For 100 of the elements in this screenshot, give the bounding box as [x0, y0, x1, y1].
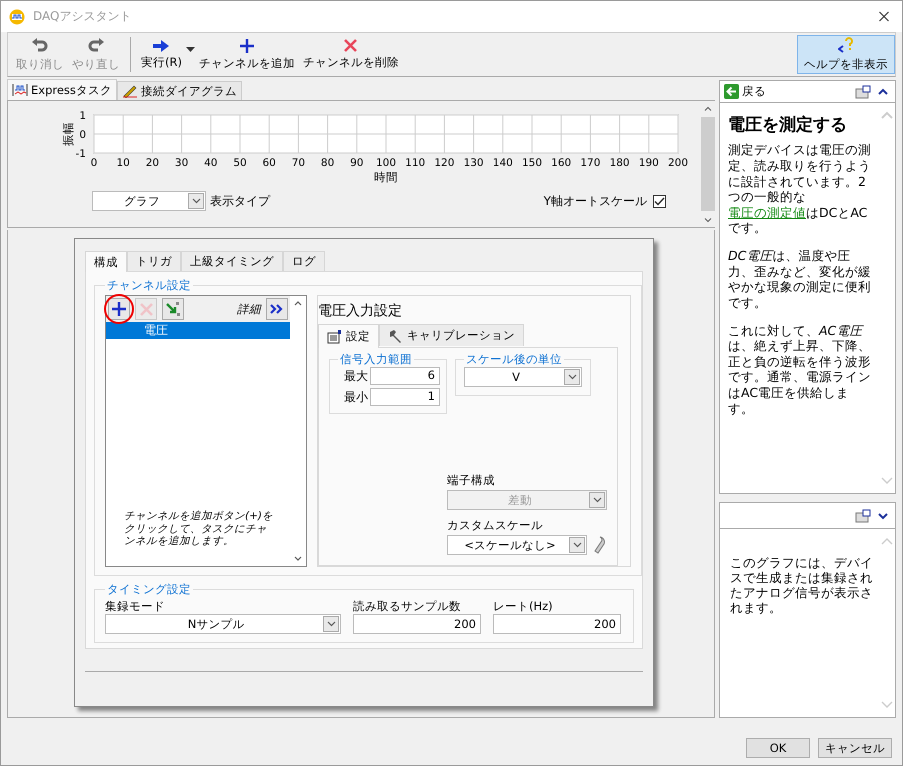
- help-icon: [838, 37, 854, 55]
- expand-button[interactable]: [266, 298, 288, 320]
- tick-label: 170: [580, 157, 600, 169]
- autoscale-checkbox[interactable]: [653, 194, 666, 208]
- tick-label: 40: [204, 157, 218, 169]
- tick-label: 90: [350, 157, 364, 169]
- chevron-down-icon[interactable]: [569, 537, 585, 553]
- config-tab[interactable]: ログ: [283, 251, 325, 271]
- double-chevron-icon: [270, 304, 284, 314]
- scroll-down-icon[interactable]: [704, 218, 712, 222]
- config-tab[interactable]: 構成: [85, 251, 127, 272]
- field-label: 読み取るサンプル数: [353, 599, 462, 614]
- settings-tab[interactable]: キャリブレーション: [379, 324, 524, 346]
- tick-label: 150: [522, 157, 542, 169]
- chevron-down-icon[interactable]: [323, 616, 339, 632]
- number-field[interactable]: 200: [353, 614, 481, 634]
- config-tab[interactable]: トリガ: [127, 251, 181, 271]
- chevron-down-icon[interactable]: [188, 193, 204, 209]
- tick-label: 100: [376, 157, 396, 169]
- help-paragraph: DC電圧は、温度や圧力、歪みなど、変化が緩やかな現象の測定に便利です。: [728, 248, 872, 310]
- window-icon[interactable]: [855, 508, 871, 522]
- tick-label: 130: [464, 157, 484, 169]
- window-icon[interactable]: [855, 84, 871, 98]
- app-logo-icon: [9, 8, 25, 24]
- window-title: DAQアシスタント: [33, 8, 132, 25]
- scrollbar[interactable]: [700, 101, 716, 227]
- help-link[interactable]: 電圧の測定値: [728, 204, 806, 220]
- delete-icon: [344, 39, 358, 52]
- dialog-button[interactable]: キャンセル: [818, 738, 892, 758]
- tick-label: 20: [146, 157, 160, 169]
- redo-icon: [87, 38, 105, 54]
- scroll-up-icon[interactable]: [704, 106, 712, 110]
- back-button[interactable]: 戻る: [724, 84, 766, 99]
- tick-label: 30: [174, 157, 188, 169]
- tick-label: 190: [638, 157, 659, 169]
- caret-down-icon[interactable]: [186, 47, 195, 52]
- tick-label: 1: [79, 110, 86, 122]
- import-icon: [165, 301, 181, 317]
- tick-label: 0: [90, 157, 98, 169]
- tick-label: 140: [492, 157, 513, 169]
- back-arrow-icon: [724, 84, 739, 99]
- tick-label: 10: [116, 157, 130, 169]
- tick-label: 200: [668, 157, 688, 169]
- toolbar-button[interactable]: 実行(R): [137, 35, 186, 74]
- axis-title: 時間: [374, 170, 398, 184]
- arrow-right-icon: [153, 40, 170, 52]
- tick-label: 110: [405, 157, 426, 169]
- field-label: 最小: [344, 388, 368, 406]
- display-type-label: 表示タイプ: [210, 192, 270, 210]
- dialog-button[interactable]: OK: [746, 738, 810, 758]
- toolbar-button[interactable]: チャンネルを追加: [194, 35, 299, 74]
- plus-icon: [112, 302, 126, 316]
- config-tab[interactable]: 上級タイミング: [181, 251, 283, 271]
- hint-text: チャンネルを追加ボタン(+)をクリックして、タスクにチャンネルを追加します。: [123, 510, 274, 550]
- tick-label: 60: [262, 157, 276, 169]
- number-field[interactable]: 1: [370, 388, 440, 406]
- plus-icon: [240, 38, 254, 52]
- group-title: スケール後の単位: [465, 352, 563, 367]
- help-title: 電圧を測定する: [728, 115, 848, 136]
- undo-icon: [31, 38, 49, 54]
- help-paragraph: 測定デバイスは電圧の測定、読み取りを行うように設計されています。2つの一般的な 電圧の測定値はDCとACです。: [728, 142, 872, 236]
- tick-label: 120: [434, 157, 454, 169]
- tick-label: -1: [76, 148, 86, 160]
- number-field[interactable]: 6: [370, 367, 440, 385]
- axis-title: 振幅: [61, 122, 75, 146]
- tick-label: 180: [610, 157, 630, 169]
- tick-label: 50: [233, 157, 247, 169]
- acquisition-mode-dropdown[interactable]: Nサンプル: [105, 614, 341, 634]
- autoscale-label: Y軸オートスケール: [544, 192, 647, 210]
- group-title: タイミング設定: [106, 582, 192, 597]
- tick-label: 70: [292, 157, 306, 169]
- chevron-down-icon[interactable]: [564, 369, 580, 385]
- tick-label: 0: [79, 129, 86, 141]
- view-tab[interactable]: 接続ダイアグラム: [116, 81, 242, 100]
- waveform-icon: [12, 83, 28, 97]
- units-dropdown[interactable]: V: [464, 367, 582, 387]
- tick-label: 80: [320, 157, 334, 169]
- context-help-text: このグラフには、デバイスで生成または集録されたアナログ信号が表示されます。: [729, 554, 874, 617]
- toolbar-button[interactable]: チャンネルを削除: [298, 35, 403, 74]
- field-label: カスタムスケール: [447, 518, 544, 533]
- wrench-icon: [388, 328, 403, 342]
- tick-label: 160: [551, 157, 572, 169]
- custom-scale-dropdown[interactable]: <スケールなし>: [447, 535, 587, 555]
- form-icon: [327, 330, 342, 344]
- view-tab[interactable]: Expressタスク: [7, 79, 117, 100]
- group-title: チャンネル設定: [106, 278, 192, 293]
- display-type-dropdown[interactable]: グラフ: [92, 191, 206, 211]
- group-title: 信号入力範囲: [339, 352, 413, 367]
- settings-tab[interactable]: 設定: [318, 324, 379, 348]
- hide-help-button[interactable]: ヘルプを非表示: [797, 35, 895, 74]
- help-paragraph: これに対して、AC電圧 は、絶えず上昇、下降、正と負の逆転を伴う波形です。通常、電源ラインはAC電圧を供給します。: [728, 322, 872, 416]
- details-label: 詳細: [237, 302, 261, 316]
- field-label: 最大: [344, 368, 368, 384]
- channel-item[interactable]: 電圧: [106, 322, 290, 339]
- section-title: 電圧入力設定: [318, 302, 403, 321]
- field-label: 端子構成: [447, 473, 496, 488]
- pen-icon: [122, 84, 138, 98]
- field-label: レート(Hz): [493, 599, 554, 614]
- number-field[interactable]: 200: [493, 614, 621, 634]
- delete-icon: [140, 302, 152, 316]
